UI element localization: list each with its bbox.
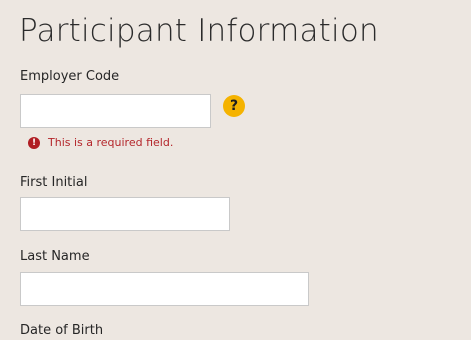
employer-code-input[interactable] bbox=[20, 94, 211, 128]
help-icon[interactable]: ? bbox=[223, 95, 245, 117]
employer-code-error: ! This is a required field. bbox=[28, 135, 173, 151]
error-icon: ! bbox=[28, 137, 40, 149]
error-message: This is a required field. bbox=[48, 136, 174, 149]
page-title: Participant Information bbox=[19, 13, 379, 49]
last-name-input[interactable] bbox=[20, 272, 309, 306]
participant-information-form: Participant Information Employer Code ? … bbox=[0, 0, 471, 339]
last-name-label: Last Name bbox=[20, 249, 90, 264]
first-initial-label: First Initial bbox=[20, 175, 88, 190]
first-initial-input[interactable] bbox=[20, 197, 230, 231]
employer-code-label: Employer Code bbox=[20, 69, 120, 84]
date-of-birth-label: Date of Birth bbox=[20, 323, 104, 338]
